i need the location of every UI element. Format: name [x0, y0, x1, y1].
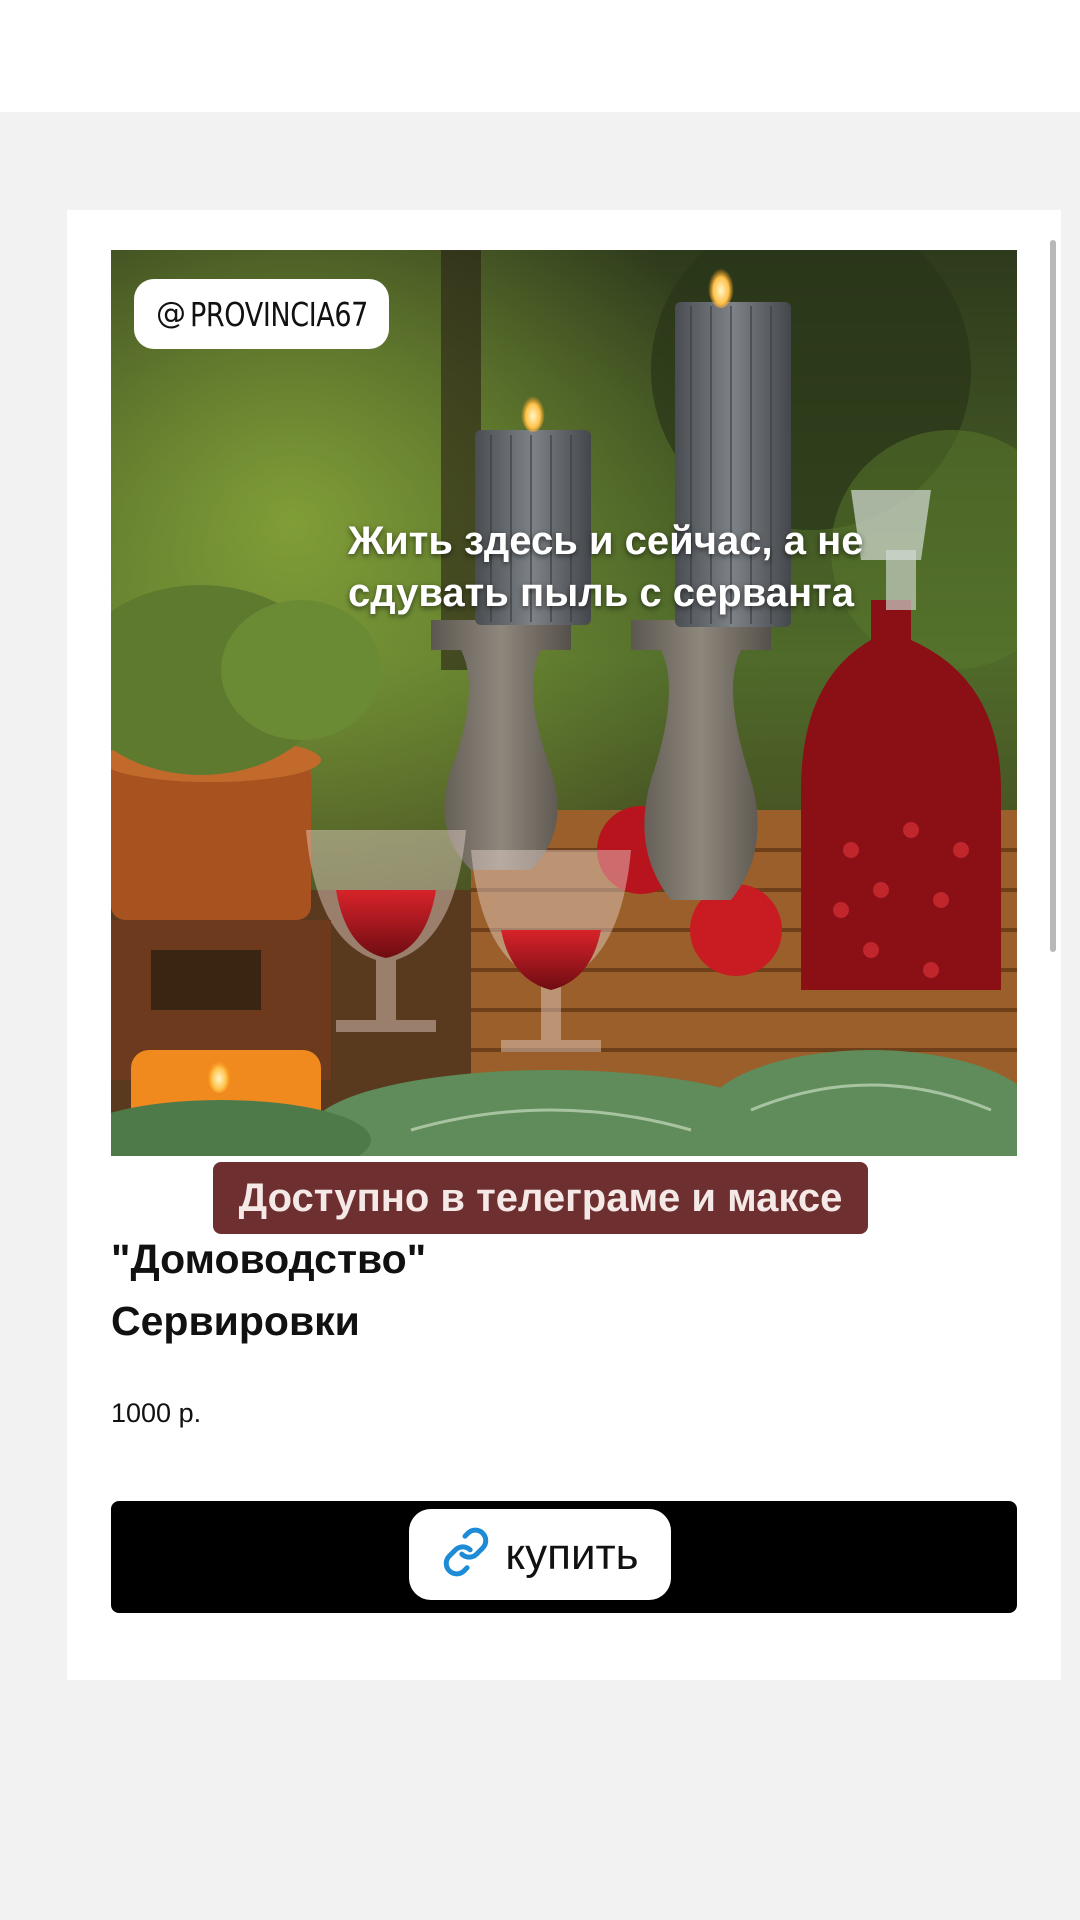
- link-icon: [441, 1527, 491, 1582]
- product-title: "Домоводство" Сервировки: [111, 1228, 426, 1352]
- availability-banner: Доступно в телеграме и максе: [213, 1162, 868, 1234]
- scrollbar[interactable]: [1050, 240, 1056, 952]
- story-top-band: [0, 0, 1080, 112]
- overlay-quote: Жить здесь и сейчас, а не сдувать пыль с…: [348, 519, 864, 615]
- handle-text: PROVINCIA67: [190, 294, 368, 334]
- product-price: 1000 р.: [111, 1398, 202, 1428]
- buy-label: купить: [505, 1529, 639, 1579]
- product-photo: [111, 250, 1017, 1156]
- product-title-line2: Сервировки: [111, 1298, 360, 1344]
- threads-icon: @: [156, 296, 186, 331]
- product-title-line1: "Домоводство": [111, 1236, 427, 1282]
- buy-link-sticker[interactable]: купить: [409, 1509, 671, 1600]
- handle-sticker[interactable]: @ PROVINCIA67: [134, 279, 390, 349]
